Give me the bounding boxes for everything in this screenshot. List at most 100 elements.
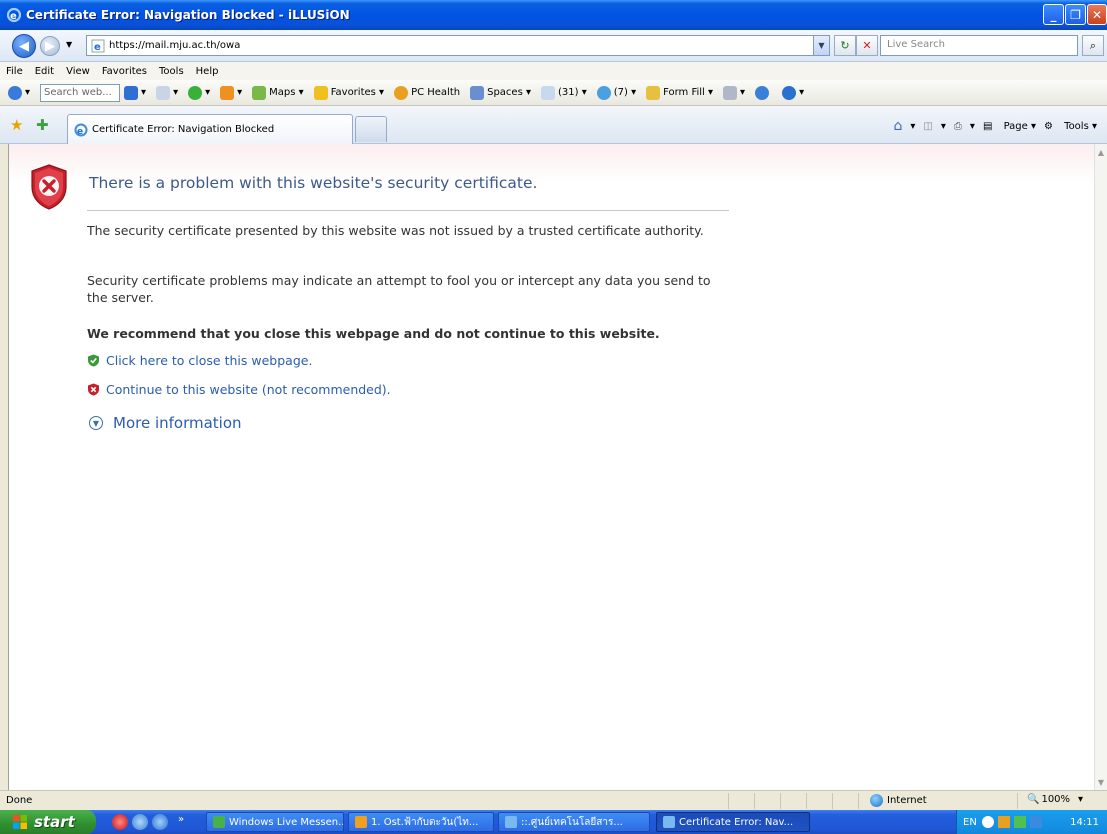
red-shield-icon (88, 383, 99, 396)
toolbar-formfill-button[interactable]: Form Fill ▾ (646, 85, 713, 100)
toolbar-pchealth-button[interactable]: PC Health (394, 85, 460, 100)
spaces-icon (470, 85, 485, 100)
green-shield-icon (88, 354, 99, 367)
start-label: start (34, 813, 75, 831)
status-divider (858, 793, 859, 809)
help-icon (782, 85, 797, 100)
ie-icon: e (6, 7, 22, 23)
toolbar-search-input[interactable]: Search web... (40, 83, 121, 102)
close-webpage-link[interactable]: Click here to close this webpage. (87, 353, 312, 368)
ie-icon (663, 816, 675, 828)
toolbar-maps-button[interactable]: Maps ▾ (252, 85, 304, 100)
stop-button[interactable]: ✕ (856, 35, 878, 56)
task-label: Windows Live Messen... (229, 816, 344, 828)
quicklaunch-opera-icon[interactable] (112, 814, 128, 830)
star-icon (313, 85, 328, 100)
back-button[interactable]: ◀ (12, 34, 36, 58)
scroll-down-icon[interactable]: ▼ (1095, 776, 1107, 788)
ie-icon (505, 816, 517, 828)
quicklaunch-more-icon[interactable]: » (178, 814, 184, 825)
onecare-icon (755, 85, 770, 100)
taskbar-item-ie-page[interactable]: ::.ศูนย์เทคโนโลยีสาร... (498, 812, 650, 832)
toolbar-contacts-button[interactable]: (7) ▾ (596, 85, 636, 100)
close-webpage-label: Click here to close this webpage. (106, 353, 313, 368)
menu-help[interactable]: Help (196, 66, 219, 77)
forward-button[interactable]: ▶ (40, 36, 60, 56)
start-button[interactable]: start (0, 810, 96, 834)
toolbar-rss-button[interactable]: ▾ (723, 85, 745, 100)
tray-icon[interactable] (981, 816, 994, 828)
task-label: Certificate Error: Nav... (679, 816, 794, 828)
quicklaunch-ie-icon[interactable] (152, 814, 168, 830)
toolbar-spaces-button[interactable]: Spaces ▾ (470, 85, 531, 100)
page-menu-label: Page (1003, 120, 1028, 132)
windows-logo-icon (13, 815, 27, 829)
tray-icon[interactable] (997, 816, 1010, 828)
print-icon[interactable]: ⎙ (954, 121, 962, 132)
refresh-button[interactable]: ↻ (834, 35, 856, 56)
contacts-icon (596, 85, 611, 100)
taskbar-item-music[interactable]: 1. Ost.ฟ้ากับตะวัน(ไท... (348, 812, 494, 832)
maximize-button[interactable]: ❐ (1065, 4, 1086, 25)
menu-bar: File Edit View Favorites Tools Help (0, 62, 1107, 80)
taskbar-item-messenger[interactable]: Windows Live Messen... (206, 812, 344, 832)
search-icon (124, 85, 139, 100)
scroll-up-icon[interactable]: ▲ (1095, 146, 1107, 158)
quicklaunch-search-icon[interactable] (132, 814, 148, 830)
toolbar-search-button[interactable]: ▾ (124, 85, 146, 100)
new-tab-button[interactable] (355, 116, 387, 142)
mail-count: (31) (557, 87, 579, 98)
favorites-center-icon[interactable]: ★ (10, 116, 23, 134)
tools-menu-button[interactable]: ⚙ Tools ▾ (1044, 121, 1097, 132)
live-search-input[interactable]: Live Search (880, 35, 1078, 56)
status-divider (754, 793, 755, 809)
toolbar-onecare-button[interactable] (755, 85, 772, 100)
menu-file[interactable]: File (6, 66, 23, 77)
svg-text:e: e (10, 11, 17, 22)
feeds-icon[interactable]: ◫ (923, 121, 932, 132)
search-icon[interactable]: ⌕ (1082, 35, 1104, 56)
tray-icon[interactable] (1029, 816, 1042, 828)
more-information-toggle[interactable]: ▼ More information (89, 414, 242, 432)
toolbar-favorites-button[interactable]: Favorites ▾ (313, 85, 384, 100)
home-icon[interactable]: ⌂ (894, 118, 903, 134)
minimize-button[interactable]: _ (1043, 4, 1064, 25)
continue-website-link[interactable]: Continue to this website (not recommende… (87, 382, 391, 397)
page-content: There is a problem with this website's s… (8, 144, 1094, 790)
form-icon (646, 85, 661, 100)
vertical-scrollbar[interactable]: ▲ ▼ (1094, 144, 1107, 790)
toolbar-highlight-button[interactable]: ▾ (156, 85, 178, 100)
toolbar-add-button[interactable]: ▾ (188, 85, 210, 100)
zoom-control[interactable]: 🔍 100% ▾ (1027, 794, 1083, 805)
globe-icon (870, 794, 883, 807)
toolbar-help-button[interactable]: ▾ (782, 85, 804, 100)
security-zone[interactable]: Internet (870, 794, 927, 807)
tools-menu-label: Tools (1064, 120, 1089, 132)
language-indicator[interactable]: EN (963, 817, 977, 828)
menu-edit[interactable]: Edit (35, 66, 54, 77)
menu-view[interactable]: View (66, 66, 90, 77)
tab-certificate-error[interactable]: e Certificate Error: Navigation Blocked (67, 114, 353, 144)
tray-icon[interactable] (1013, 816, 1026, 828)
rss-icon (723, 85, 738, 100)
window-title: Certificate Error: Navigation Blocked - … (26, 8, 350, 22)
favorites-label: Favorites (330, 87, 376, 98)
toolbar-msn-button[interactable]: ▾ (220, 85, 242, 100)
butterfly-icon (220, 85, 235, 100)
page-menu-button[interactable]: ▤ Page ▾ (983, 121, 1036, 132)
address-bar[interactable]: e https://mail.mju.ac.th/owa ▼ (86, 35, 830, 56)
close-window-button[interactable]: ✕ (1087, 4, 1107, 25)
menu-favorites[interactable]: Favorites (102, 66, 147, 77)
toolbar-mail-button[interactable]: (31) ▾ (540, 85, 587, 100)
window-icon (156, 85, 171, 100)
status-divider (806, 793, 807, 809)
toolbar-logo[interactable]: ▾ (8, 85, 30, 100)
menu-tools[interactable]: Tools (159, 66, 184, 77)
zoom-dropdown-icon[interactable]: ▾ (1078, 794, 1083, 805)
history-dropdown-icon[interactable]: ▼ (66, 40, 72, 49)
add-favorite-icon[interactable]: ✚ (36, 116, 49, 134)
address-dropdown-icon[interactable]: ▼ (813, 36, 829, 55)
address-url: https://mail.mju.ac.th/owa (109, 40, 241, 51)
taskbar-item-certificate-error[interactable]: Certificate Error: Nav... (656, 812, 810, 832)
mail-icon (540, 85, 555, 100)
